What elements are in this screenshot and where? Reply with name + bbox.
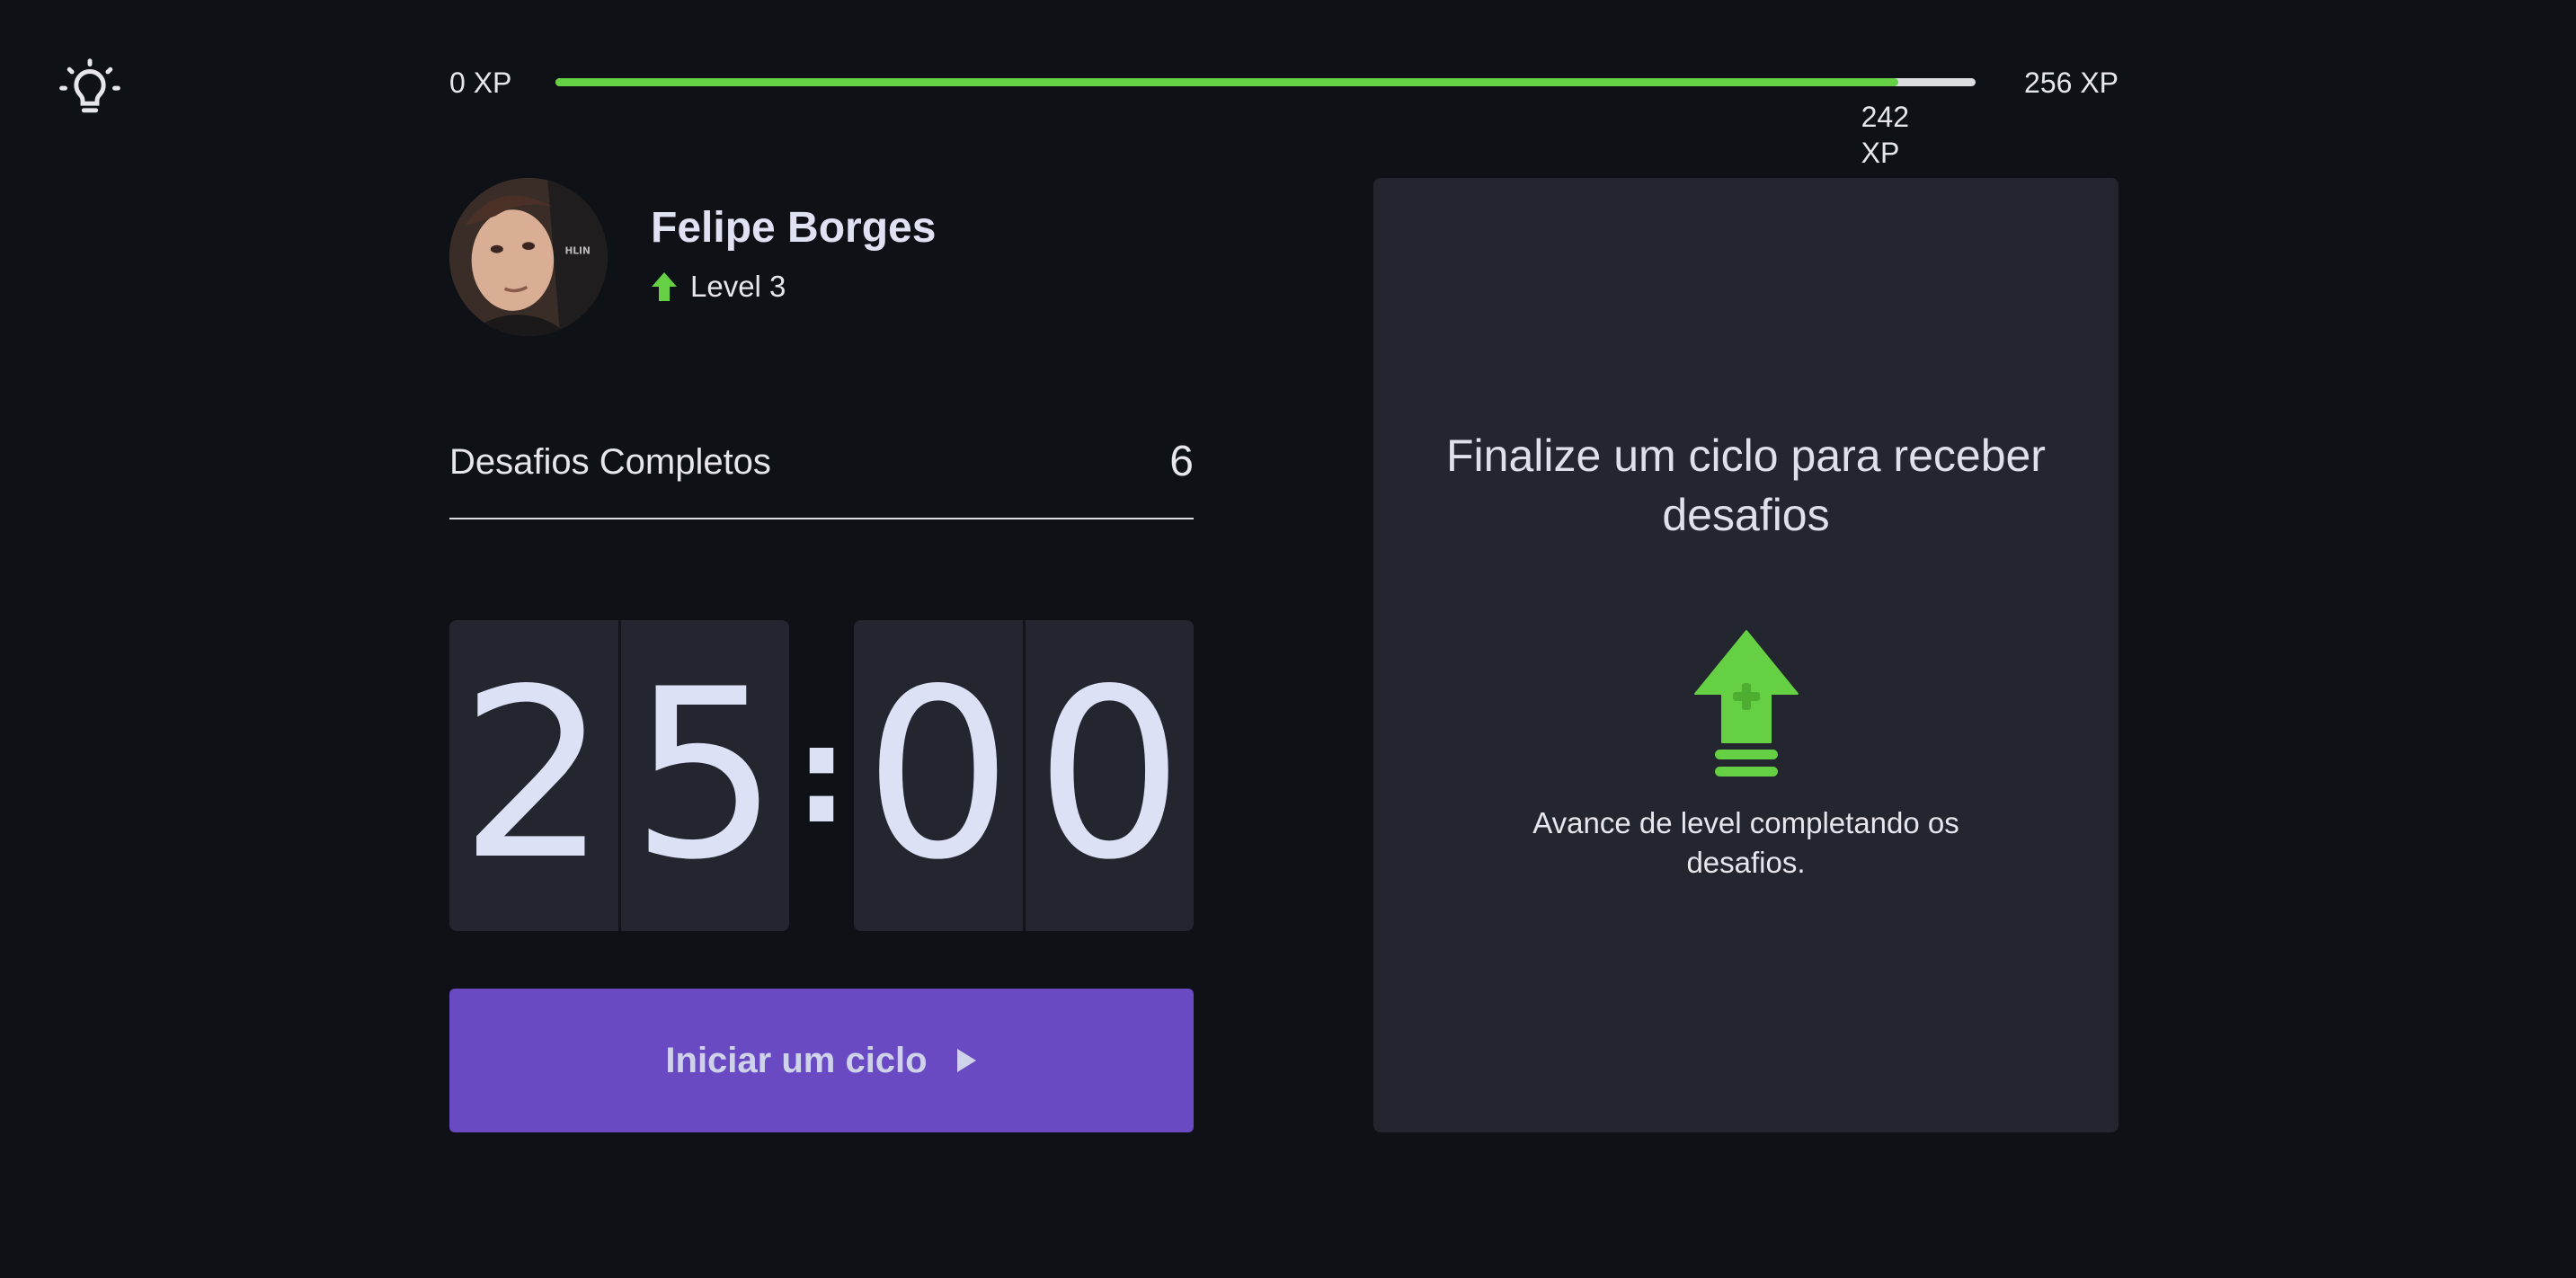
countdown-minutes: 2 5 xyxy=(449,620,789,931)
countdown-seconds: 0 0 xyxy=(854,620,1194,931)
level-up-icon xyxy=(1693,629,1799,778)
level-up-arrow-icon xyxy=(652,272,677,301)
theme-toggle-button[interactable] xyxy=(56,56,124,124)
xp-fill xyxy=(555,78,1898,86)
minute-digit-left: 2 xyxy=(459,640,608,911)
challenge-panel-description: Avance de level completando os desafios. xyxy=(1532,806,1959,879)
xp-current-label: 242 XP xyxy=(1861,101,1909,169)
completed-challenges: Desafios Completos 6 xyxy=(449,422,1194,519)
lightbulb-icon xyxy=(59,58,120,113)
challenge-panel-title: Finalize um ciclo para receber desafios xyxy=(1446,430,2046,540)
challenge-panel: Finalize um ciclo para receber desafios … xyxy=(1373,178,2119,1132)
play-icon xyxy=(956,1049,976,1072)
second-digit-right: 0 xyxy=(1022,620,1195,931)
start-cycle-button[interactable]: Iniciar um ciclo xyxy=(449,989,1194,1132)
profile: HLIN Felipe Borges Level 3 xyxy=(449,178,1195,340)
avatar: HLIN xyxy=(449,178,608,336)
minute-digit-right: 5 xyxy=(617,620,790,931)
xp-min-label: 0 XP xyxy=(449,67,512,99)
xp-track xyxy=(555,78,1976,86)
second-digit-left: 0 xyxy=(864,640,1013,911)
countdown-separator: : xyxy=(795,697,848,854)
completed-challenges-count: 6 xyxy=(1169,438,1194,485)
svg-text:HLIN: HLIN xyxy=(564,245,590,256)
experience-bar: 0 XP 242 XP 256 XP xyxy=(449,63,2119,171)
completed-challenges-label: Desafios Completos xyxy=(449,442,771,482)
xp-max-label: 256 XP xyxy=(2024,67,2119,99)
start-cycle-label: Iniciar um ciclo xyxy=(665,1040,928,1080)
profile-level: Level 3 xyxy=(651,270,786,304)
level-label: Level 3 xyxy=(690,270,786,303)
profile-name: Felipe Borges xyxy=(651,204,937,252)
countdown: 2 5 : 0 0 xyxy=(449,620,1194,931)
